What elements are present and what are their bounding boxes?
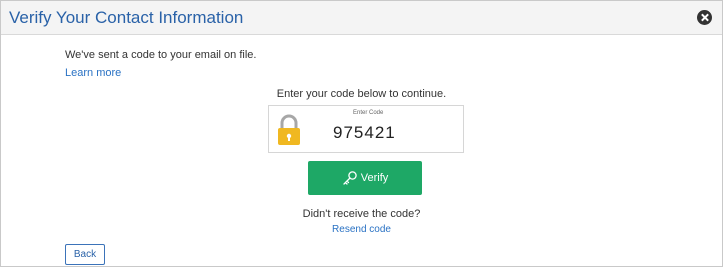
verify-contact-dialog: Verify Your Contact Information We've se… (0, 0, 723, 267)
code-input-box[interactable]: Enter Code 975421 (268, 105, 464, 153)
code-field-label: Enter Code (353, 110, 384, 116)
back-button[interactable]: Back (65, 244, 105, 265)
dialog-title: Verify Your Contact Information (9, 8, 244, 27)
code-sent-message: We've sent a code to your email on file. (65, 49, 257, 61)
close-icon[interactable] (697, 10, 712, 25)
verify-button-label: Verify (360, 172, 389, 184)
back-button-label: Back (73, 249, 97, 260)
resend-container: Resend code (1, 224, 722, 235)
learn-more-link[interactable]: Learn more (65, 67, 121, 79)
key-icon (343, 171, 357, 185)
dialog-header: Verify Your Contact Information (1, 1, 722, 35)
code-instruction: Enter your code below to continue. (276, 88, 447, 100)
padlock-icon (278, 114, 300, 145)
verify-button[interactable]: Verify (308, 161, 422, 195)
resend-code-link[interactable]: Resend code (332, 224, 391, 235)
resend-prompt: Didn't receive the code? (302, 208, 421, 220)
code-field-value[interactable]: 975421 (333, 123, 396, 143)
